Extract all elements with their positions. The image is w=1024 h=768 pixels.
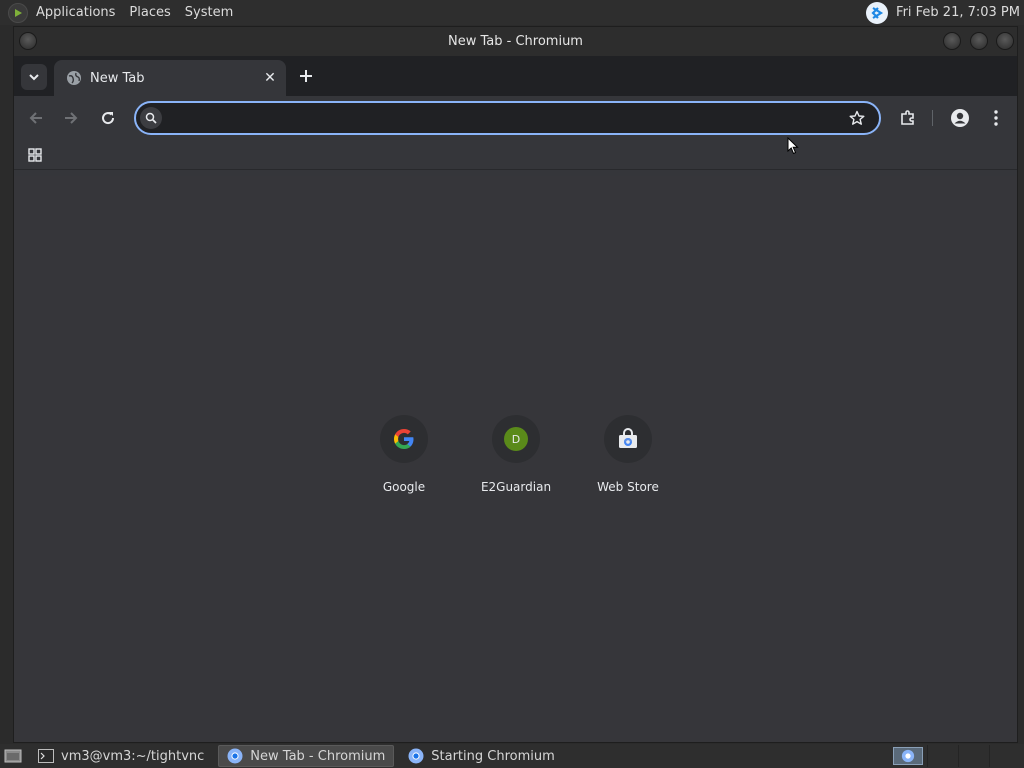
window-titlebar[interactable]: New Tab - Chromium <box>14 27 1017 56</box>
forward-button[interactable] <box>57 104 85 132</box>
shortcut-tile <box>604 415 652 463</box>
window-menu-button[interactable] <box>19 32 37 50</box>
back-button[interactable] <box>22 104 50 132</box>
google-g-icon <box>394 429 414 449</box>
workspace-switcher-2[interactable] <box>927 745 957 767</box>
window-title: New Tab - Chromium <box>448 34 583 49</box>
apps-button[interactable] <box>24 144 46 166</box>
kebab-menu-icon <box>994 110 998 126</box>
browser-toolbar <box>14 96 1017 140</box>
applications-logo-icon[interactable] <box>8 2 28 23</box>
web-store-icon <box>619 428 637 448</box>
shortcut-label: E2Guardian <box>480 480 552 494</box>
shortcut-label: Web Store <box>597 480 659 494</box>
system-menu[interactable]: System <box>178 0 240 25</box>
toolbar-divider <box>932 110 933 126</box>
top-panel: Applications Places System Fri Feb 21, 7… <box>0 0 1024 25</box>
taskbar-item-starting-chromium[interactable]: Starting Chromium <box>400 745 563 767</box>
reload-button[interactable] <box>94 104 122 132</box>
address-input[interactable] <box>162 104 845 132</box>
tab-new-tab[interactable]: New Tab ✕ <box>54 60 286 96</box>
chromium-window: New Tab - Chromium New Tab ✕ Google D E2… <box>13 26 1018 743</box>
shortcut-label: Google <box>382 480 426 494</box>
taskbar-item-label: vm3@vm3:~/tightvnc <box>61 748 205 764</box>
search-icon <box>140 107 162 129</box>
terminal-icon <box>38 748 54 764</box>
shortcut-e2guardian[interactable]: D E2Guardian <box>460 415 572 505</box>
shortcut-google[interactable]: Google <box>348 415 460 505</box>
omnibox[interactable] <box>134 101 881 135</box>
profile-button[interactable] <box>946 104 974 132</box>
network-status-icon[interactable] <box>866 1 889 24</box>
bookmarks-bar <box>14 140 1017 170</box>
extensions-button[interactable] <box>894 104 922 132</box>
maximize-button[interactable] <box>970 32 988 50</box>
taskbar-item-terminal[interactable]: vm3@vm3:~/tightvnc <box>30 745 212 767</box>
places-menu[interactable]: Places <box>122 0 177 25</box>
taskbar-item-chromium-newtab[interactable]: New Tab - Chromium <box>218 745 395 767</box>
chromium-icon <box>901 749 915 763</box>
desktop-icon <box>4 749 22 763</box>
shortcut-tile: D <box>492 415 540 463</box>
taskbar: vm3@vm3:~/tightvnc New Tab - Chromium St… <box>0 744 1024 768</box>
back-arrow-icon <box>29 112 42 124</box>
tab-title: New Tab <box>90 70 145 86</box>
taskbar-item-label: New Tab - Chromium <box>250 748 386 764</box>
taskbar-item-label: Starting Chromium <box>431 748 555 764</box>
menu-button[interactable] <box>982 104 1010 132</box>
chromium-icon <box>227 748 243 764</box>
plus-icon <box>300 70 312 82</box>
workspace-switcher-3[interactable] <box>958 745 988 767</box>
workspace-switcher-4[interactable] <box>989 745 1019 767</box>
shortcut-tile <box>380 415 428 463</box>
tab-search-button[interactable] <box>21 64 47 90</box>
chevron-down-icon <box>29 74 39 81</box>
reload-icon <box>102 112 115 125</box>
chromium-icon <box>408 748 424 764</box>
tab-close-icon[interactable]: ✕ <box>260 68 280 88</box>
mouse-cursor-icon <box>787 137 799 155</box>
workspace-switcher-1[interactable] <box>893 747 923 765</box>
show-desktop-button[interactable] <box>2 746 24 766</box>
apps-grid-icon <box>28 148 42 162</box>
applications-menu[interactable]: Applications <box>29 0 122 25</box>
bookmark-star-icon[interactable] <box>845 106 869 130</box>
clock[interactable]: Fri Feb 21, 7:03 PM <box>896 5 1020 20</box>
globe-icon <box>66 70 82 86</box>
new-tab-page: Google D E2Guardian Web Store <box>14 176 1017 742</box>
tab-strip: New Tab ✕ <box>14 56 1017 96</box>
minimize-button[interactable] <box>943 32 961 50</box>
avatar-icon <box>951 109 969 127</box>
puzzle-icon <box>901 110 914 125</box>
shortcut-web-store[interactable]: Web Store <box>572 415 684 505</box>
letter-d-icon: D <box>504 427 528 451</box>
close-window-button[interactable] <box>996 32 1014 50</box>
panel-right: Fri Feb 21, 7:03 PM <box>866 0 1020 25</box>
forward-arrow-icon <box>65 112 78 124</box>
new-tab-button[interactable] <box>296 66 316 86</box>
